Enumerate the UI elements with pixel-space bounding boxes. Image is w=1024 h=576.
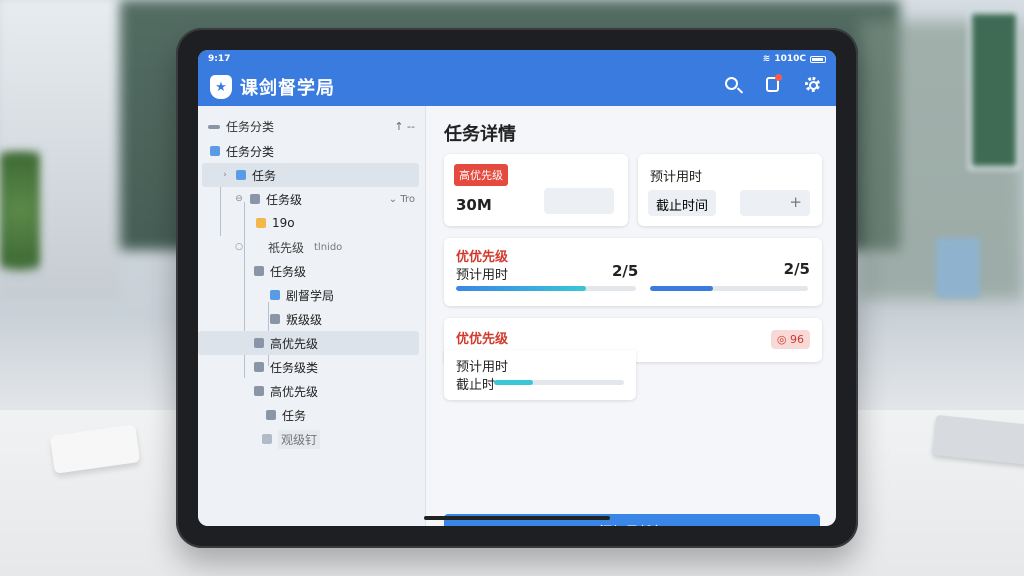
deadline-label: 截止时 — [456, 378, 496, 393]
progress-count: 2/5 — [783, 260, 810, 278]
tree-item-meta: ⌄ Tro — [388, 193, 415, 205]
tree-item-label: 任务级 — [266, 192, 303, 207]
estimate-card[interactable]: 预计用时 截止时间 + — [638, 154, 822, 226]
folder-icon — [236, 170, 246, 180]
score-badge: ◎ 96 — [770, 330, 810, 349]
status-text: 1010C — [774, 54, 806, 64]
app-header: 9:17 ≋ 1010C ★ 课剑督学局 — [198, 50, 836, 106]
progress-bar — [494, 380, 624, 385]
duration-value: 30M — [456, 196, 492, 214]
priority-label: 优优先级 — [456, 250, 509, 265]
tree-item-label: 19o — [272, 216, 295, 230]
estimate-label: 预计用时 — [456, 268, 509, 283]
background-cup — [936, 238, 980, 298]
tree-item[interactable]: ○ 祇先级 tlnido — [198, 235, 425, 259]
tree-item-label: 任务级 — [270, 264, 307, 279]
search-button[interactable] — [724, 76, 742, 94]
folder-icon — [262, 434, 272, 444]
folder-icon — [266, 410, 276, 420]
subtask-card-body[interactable]: 预计用时 截止时 — [444, 350, 636, 400]
tree-item[interactable]: ⊖ 任务级 ⌄ Tro — [198, 187, 425, 211]
category-sidebar: 任务分类 ↑ -- 任务分类 › 任务 ⊖ 任务级 ⌄ Tro 19o ○ 祇先… — [198, 106, 426, 526]
tree-item-selected[interactable]: › 任务 — [202, 163, 419, 187]
tree-item[interactable]: 叛级级 — [198, 307, 425, 331]
folder-icon — [210, 146, 220, 156]
folder-icon — [250, 194, 260, 204]
progress-fill — [456, 286, 586, 291]
status-indicators: ≋ 1010C — [763, 54, 826, 64]
progress-card[interactable]: 优优先级 预计用时 2/5 2/5 — [444, 238, 822, 306]
folder-icon — [254, 338, 264, 348]
progress-bar — [456, 286, 636, 291]
tree-item-label: 任务 — [252, 168, 277, 183]
folder-icon — [270, 290, 280, 300]
progress-fill — [650, 286, 714, 291]
expand-icon: › — [223, 170, 227, 180]
priority-label: 优优先级 — [456, 332, 509, 347]
folder-icon — [254, 362, 264, 372]
folder-icon — [256, 218, 266, 228]
folder-icon — [254, 386, 264, 396]
settings-button[interactable] — [804, 76, 822, 94]
shield-logo-icon: ★ — [210, 75, 232, 99]
tree-item-label: 任务 — [282, 408, 307, 423]
background-plant — [0, 150, 40, 300]
task-detail-panel: 任务详情 高优先级 30M 预计用时 截止时间 + 优优先级 预计用时 2/5 … — [426, 106, 836, 526]
tablet-device: 9:17 ≋ 1010C ★ 课剑督学局 任务分类 ↑ -- 任务分类 › 任务… — [176, 28, 858, 548]
deadline-button[interactable]: 截止时间 — [648, 190, 717, 216]
estimate-label: 预计用时 — [456, 360, 509, 375]
tablet-screen: 9:17 ≋ 1010C ★ 课剑督学局 任务分类 ↑ -- 任务分类 › 任务… — [198, 50, 836, 526]
tree-item-meta: tlnido — [314, 241, 343, 253]
app-brand: ★ 课剑督学局 — [210, 74, 335, 100]
progress-bar — [650, 286, 808, 291]
priority-card[interactable]: 高优先级 30M — [444, 154, 628, 226]
folder-icon — [254, 266, 264, 276]
tree-item-label: 观级钉 — [278, 429, 321, 449]
tree-item[interactable]: 高优先级 — [198, 331, 419, 355]
notification-dot — [775, 74, 782, 81]
value-field[interactable] — [544, 188, 614, 214]
add-icon[interactable]: + — [740, 190, 810, 216]
tree-item[interactable]: 任务 — [198, 403, 425, 427]
progress-fill — [494, 380, 533, 385]
tree-item[interactable]: 任务级类 — [198, 355, 425, 379]
status-time: 9:17 — [208, 54, 231, 64]
home-indicator[interactable] — [424, 516, 610, 520]
tree-item[interactable]: 19o — [198, 211, 425, 235]
sidebar-header: 任务分类 ↑ -- — [198, 114, 425, 139]
category-icon — [208, 124, 220, 129]
tree-item-label: 任务分类 — [226, 144, 275, 159]
tree-item-label: 祇先级 — [268, 240, 305, 255]
tree-item-label: 叛级级 — [286, 312, 323, 327]
tree-item[interactable]: 高优先级 — [198, 379, 425, 403]
tree-item-label: 高优先级 — [270, 336, 319, 351]
tree-item[interactable]: 观级钉 — [198, 427, 425, 451]
search-icon — [725, 77, 738, 90]
app-body: 任务分类 ↑ -- 任务分类 › 任务 ⊖ 任务级 ⌄ Tro 19o ○ 祇先… — [198, 106, 836, 526]
gear-icon — [805, 77, 820, 92]
tree-item[interactable]: 剧督学局 — [198, 283, 425, 307]
app-title: 课剑督学局 — [240, 78, 335, 99]
folder-icon — [270, 314, 280, 324]
toggle-circle-icon: ○ — [235, 242, 243, 252]
tree-item-label: 高优先级 — [270, 384, 319, 399]
background-frame — [968, 10, 1020, 170]
wifi-icon: ≋ — [762, 54, 771, 64]
tree-item[interactable]: 任务级 — [198, 259, 425, 283]
tree-item-label: 剧督学局 — [286, 288, 335, 303]
page-title: 任务详情 — [444, 124, 516, 145]
estimate-label: 预计用时 — [650, 170, 703, 185]
battery-icon — [810, 55, 826, 63]
notifications-button[interactable] — [764, 74, 782, 94]
header-actions — [724, 74, 822, 94]
tree-item[interactable]: 任务分类 — [198, 139, 425, 163]
sort-button[interactable]: ↑ -- — [394, 120, 415, 133]
collapse-icon: ⊖ — [235, 194, 243, 204]
priority-badge: 高优先级 — [454, 164, 508, 186]
sidebar-title: 任务分类 — [226, 120, 275, 134]
tree-item-label: 任务级类 — [270, 360, 319, 375]
progress-count: 2/5 — [612, 262, 639, 280]
